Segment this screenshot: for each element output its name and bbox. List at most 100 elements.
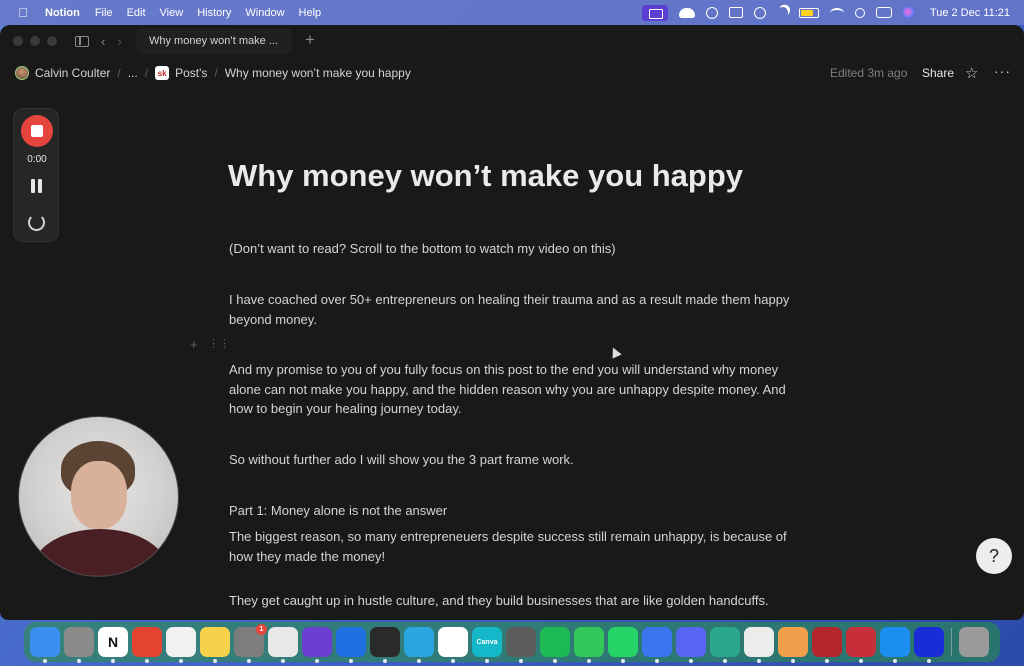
todoist-app[interactable] bbox=[132, 627, 162, 663]
capcut-app[interactable] bbox=[438, 627, 468, 663]
signal-app[interactable] bbox=[642, 627, 672, 663]
battery-icon[interactable] bbox=[798, 7, 819, 18]
display-icon[interactable] bbox=[728, 7, 743, 18]
zoom-window-button[interactable] bbox=[47, 36, 57, 46]
arc-app[interactable] bbox=[302, 627, 332, 663]
paragraph-block[interactable]: So without further ado I will show you t… bbox=[229, 450, 797, 470]
launchpad-app[interactable] bbox=[64, 627, 94, 663]
chrome-app[interactable] bbox=[268, 627, 298, 663]
minimize-window-button[interactable] bbox=[30, 36, 40, 46]
edited-timestamp: Edited 3m ago bbox=[830, 66, 908, 80]
dock-separator bbox=[951, 628, 952, 656]
running-indicator bbox=[553, 659, 557, 663]
finder-app[interactable] bbox=[30, 627, 60, 663]
breadcrumb-section[interactable]: Post's bbox=[175, 66, 207, 80]
menu-bar-status-area: Tue 2 Dec 11:21 bbox=[641, 4, 1010, 21]
webcam-bubble[interactable] bbox=[18, 416, 179, 577]
voice-memos-app[interactable] bbox=[370, 627, 400, 663]
breadcrumb: Calvin Coulter / ... / sk Post's / Why m… bbox=[0, 66, 411, 80]
edit-menu[interactable]: Edit bbox=[127, 7, 146, 19]
window-menu[interactable]: Window bbox=[245, 7, 284, 19]
recording-controls: 0:00 bbox=[13, 108, 59, 242]
favorite-star-icon[interactable]: ☆ bbox=[965, 64, 978, 82]
paragraph-block[interactable]: And my promise to you of you fully focus… bbox=[229, 360, 797, 419]
running-indicator bbox=[723, 659, 727, 663]
spotify-app[interactable] bbox=[540, 627, 570, 663]
running-indicator bbox=[825, 659, 829, 663]
running-indicator bbox=[111, 659, 115, 663]
telegram-app[interactable] bbox=[404, 627, 434, 663]
screen-recorder-icon[interactable] bbox=[641, 4, 668, 21]
sidebar-toggle-icon[interactable] bbox=[75, 35, 89, 47]
new-tab-plus-icon[interactable]: + bbox=[305, 30, 315, 50]
chatgpt-app[interactable] bbox=[744, 627, 774, 663]
more-options-icon[interactable]: ··· bbox=[994, 63, 1011, 79]
breadcrumb-current-page[interactable]: Why money won’t make you happy bbox=[225, 66, 411, 80]
macos-dock: N 1 Canva bbox=[24, 622, 1000, 663]
screen-studio-app[interactable] bbox=[914, 627, 944, 663]
screenflow-app[interactable] bbox=[336, 627, 366, 663]
trash-app[interactable] bbox=[959, 627, 989, 657]
notion-help-mascot-icon[interactable]: ? bbox=[976, 538, 1012, 574]
reminders-app[interactable] bbox=[166, 627, 196, 663]
siri-icon[interactable] bbox=[902, 6, 915, 19]
do-not-disturb-icon[interactable] bbox=[775, 5, 790, 20]
menu-bar-clock[interactable]: Tue 2 Dec 11:21 bbox=[930, 7, 1010, 19]
breadcrumb-separator: / bbox=[214, 66, 218, 80]
page-title[interactable]: Why money won’t make you happy bbox=[228, 158, 743, 194]
canva-app-label: Canva bbox=[476, 638, 498, 646]
grammarly-app[interactable] bbox=[506, 627, 536, 663]
tab-title: Why money won’t make ... bbox=[149, 35, 278, 47]
pause-icon[interactable] bbox=[30, 179, 44, 193]
running-indicator bbox=[655, 659, 659, 663]
forward-arrow-icon[interactable]: › bbox=[117, 34, 121, 49]
canva-app[interactable]: Canva bbox=[472, 627, 502, 663]
app-store-app[interactable] bbox=[880, 627, 910, 663]
quill-app[interactable] bbox=[846, 627, 876, 663]
cloud-icon[interactable] bbox=[678, 7, 695, 18]
posts-page-icon: sk bbox=[155, 66, 170, 80]
paragraph-block[interactable]: The biggest reason, so many entrepreneue… bbox=[229, 527, 797, 566]
photos-app[interactable] bbox=[778, 627, 808, 663]
running-indicator bbox=[247, 659, 251, 663]
notion-app[interactable]: N bbox=[98, 627, 128, 663]
running-indicator bbox=[927, 659, 931, 663]
history-menu[interactable]: History bbox=[197, 7, 231, 19]
skool-app[interactable] bbox=[710, 627, 740, 663]
webcam-person-body bbox=[33, 529, 167, 576]
control-center-icon[interactable] bbox=[875, 7, 892, 18]
app-menu[interactable]: Notion bbox=[45, 7, 80, 19]
help-menu[interactable]: Help bbox=[299, 7, 322, 19]
drag-handle-icon[interactable]: ⋮⋮ bbox=[208, 337, 230, 350]
add-block-plus-icon[interactable]: + bbox=[190, 337, 198, 352]
share-button[interactable]: Share bbox=[922, 66, 954, 80]
notes-app[interactable] bbox=[200, 627, 230, 663]
breadcrumb-ellipsis[interactable]: ... bbox=[128, 66, 138, 80]
whatsapp-app[interactable] bbox=[608, 627, 638, 663]
play-icon[interactable] bbox=[753, 6, 766, 19]
active-tab[interactable]: Why money won’t make ... bbox=[136, 28, 292, 54]
discord-app[interactable] bbox=[676, 627, 706, 663]
wifi-icon[interactable] bbox=[829, 7, 844, 18]
view-menu[interactable]: View bbox=[160, 7, 184, 19]
back-arrow-icon[interactable]: ‹ bbox=[101, 34, 105, 49]
running-indicator bbox=[519, 659, 523, 663]
close-window-button[interactable] bbox=[13, 36, 23, 46]
apple-menu-icon[interactable]:  bbox=[16, 5, 30, 20]
messages-app[interactable] bbox=[574, 627, 604, 663]
file-menu[interactable]: File bbox=[95, 7, 113, 19]
restart-icon[interactable] bbox=[28, 214, 45, 231]
stop-recording-button[interactable] bbox=[21, 115, 53, 147]
page-topbar: Calvin Coulter / ... / sk Post's / Why m… bbox=[0, 57, 1024, 89]
spotlight-search-icon[interactable] bbox=[854, 7, 865, 18]
paragraph-block[interactable]: Part 1: Money alone is not the answer bbox=[229, 501, 797, 521]
focus-icon[interactable] bbox=[705, 6, 718, 19]
system-settings-app[interactable]: 1 bbox=[234, 624, 267, 663]
paragraph-block[interactable]: They get caught up in hustle culture, an… bbox=[229, 591, 797, 611]
running-indicator bbox=[349, 659, 353, 663]
paragraph-block[interactable]: I have coached over 50+ entrepreneurs on… bbox=[229, 290, 797, 329]
running-indicator bbox=[417, 659, 421, 663]
paragraph-block[interactable]: (Don’t want to read? Scroll to the botto… bbox=[229, 239, 797, 259]
photo-booth-app[interactable] bbox=[812, 627, 842, 663]
breadcrumb-workspace[interactable]: Calvin Coulter bbox=[35, 66, 110, 80]
